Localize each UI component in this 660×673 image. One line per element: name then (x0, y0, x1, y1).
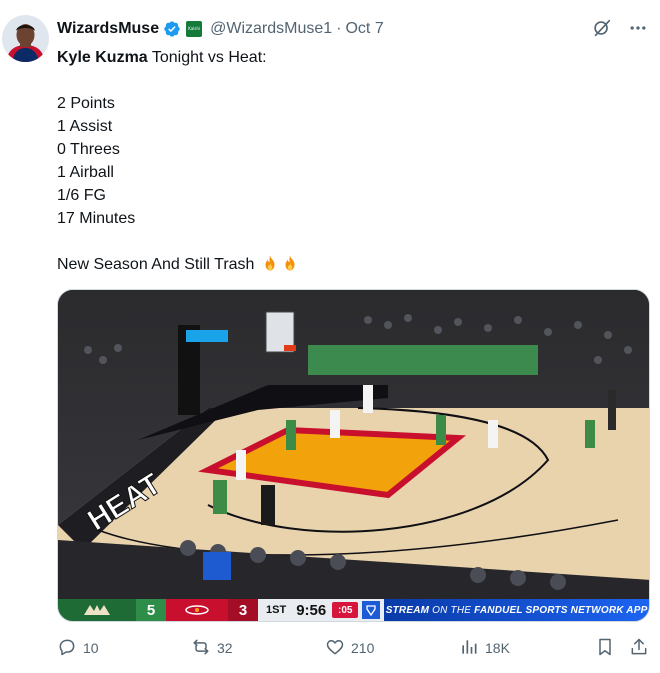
tweet-text: Kyle Kuzma Tonight vs Heat: 2 Points 1 A… (57, 46, 637, 276)
affiliate-badge[interactable]: Kalshi (186, 21, 203, 37)
bucks-logo-icon (58, 599, 136, 621)
bookmark-icon (595, 637, 615, 660)
stream-banner: STREAM ON THE FANDUEL SPORTS NETWORK APP (384, 599, 649, 621)
views-button[interactable]: 18K (459, 636, 510, 660)
share-button[interactable] (629, 636, 649, 660)
tweet-action-bar: 10 32 210 18K (57, 636, 652, 660)
game-quarter: 1ST (266, 604, 287, 616)
stat-airballs: 1 Airball (57, 164, 114, 181)
reply-icon (57, 637, 77, 660)
shot-clock: :05 (332, 602, 359, 618)
stat-assists: 1 Assist (57, 118, 113, 135)
heart-icon (325, 637, 345, 660)
stat-minutes: 17 Minutes (57, 210, 136, 227)
closing-text: New Season And Still Trash (57, 256, 255, 273)
avatar[interactable] (2, 15, 49, 62)
stream-text-strong: STREAM (385, 604, 430, 616)
repost-count: 32 (217, 640, 233, 656)
tweet-line-rest: Tonight vs Heat: (147, 49, 267, 66)
like-button[interactable]: 210 (325, 636, 374, 660)
stream-text-rest: FANDUEL SPORTS NETWORK APP (474, 604, 648, 616)
game-clock: 9:56 (296, 601, 327, 619)
stat-fg: 1/6 FG (57, 187, 106, 204)
view-count: 18K (485, 640, 510, 656)
display-name[interactable]: WizardsMuse (57, 20, 159, 38)
game-broadcast-frame: HEAT (58, 290, 649, 621)
scorebug: 5 3 1ST 9:56 :05 STREAM ON THE FANDUEL S… (58, 599, 649, 621)
more-options-icon[interactable] (626, 16, 650, 40)
repost-icon (191, 637, 211, 660)
reply-count: 10 (83, 640, 99, 656)
avatar-image (2, 15, 49, 62)
fire-emoji-icon (281, 254, 299, 272)
tweet-line-closing: New Season And Still Trash (57, 253, 637, 276)
tweet-top-actions (590, 16, 650, 40)
grok-icon[interactable] (590, 16, 614, 40)
handle[interactable]: @WizardsMuse1 (210, 20, 332, 38)
heat-logo-icon (166, 599, 228, 621)
timestamp[interactable]: Oct 7 (345, 20, 383, 38)
share-icon (629, 637, 649, 660)
bookmark-button[interactable] (595, 636, 615, 660)
stat-points: 2 Points (57, 95, 115, 112)
player-name[interactable]: Kyle Kuzma (57, 49, 148, 66)
fire-emoji-icon (261, 254, 279, 272)
repost-button[interactable]: 32 (191, 636, 233, 660)
tweet-line-subject: Kyle Kuzma Tonight vs Heat: (57, 46, 637, 69)
stream-text-light: ON THE (432, 604, 472, 616)
separator-dot: · (336, 20, 342, 37)
analytics-bars-icon (459, 637, 479, 660)
like-count: 210 (351, 640, 375, 656)
tweet-media-video[interactable]: HEAT 5 3 1ST 9:56:05 STREAM ON THE FAND… (57, 289, 650, 622)
fanduel-logo-icon (362, 601, 381, 619)
tweet-card: WizardsMuse Kalshi @WizardsMuse1 · Oct 7… (0, 0, 660, 673)
away-score: 5 (136, 599, 166, 621)
tweet-header: WizardsMuse Kalshi @WizardsMuse1 · Oct 7 (57, 18, 384, 40)
stat-threes: 0 Threes (57, 141, 120, 158)
verified-badge-icon (163, 20, 181, 38)
home-score: 3 (228, 599, 258, 621)
reply-button[interactable]: 10 (57, 636, 99, 660)
